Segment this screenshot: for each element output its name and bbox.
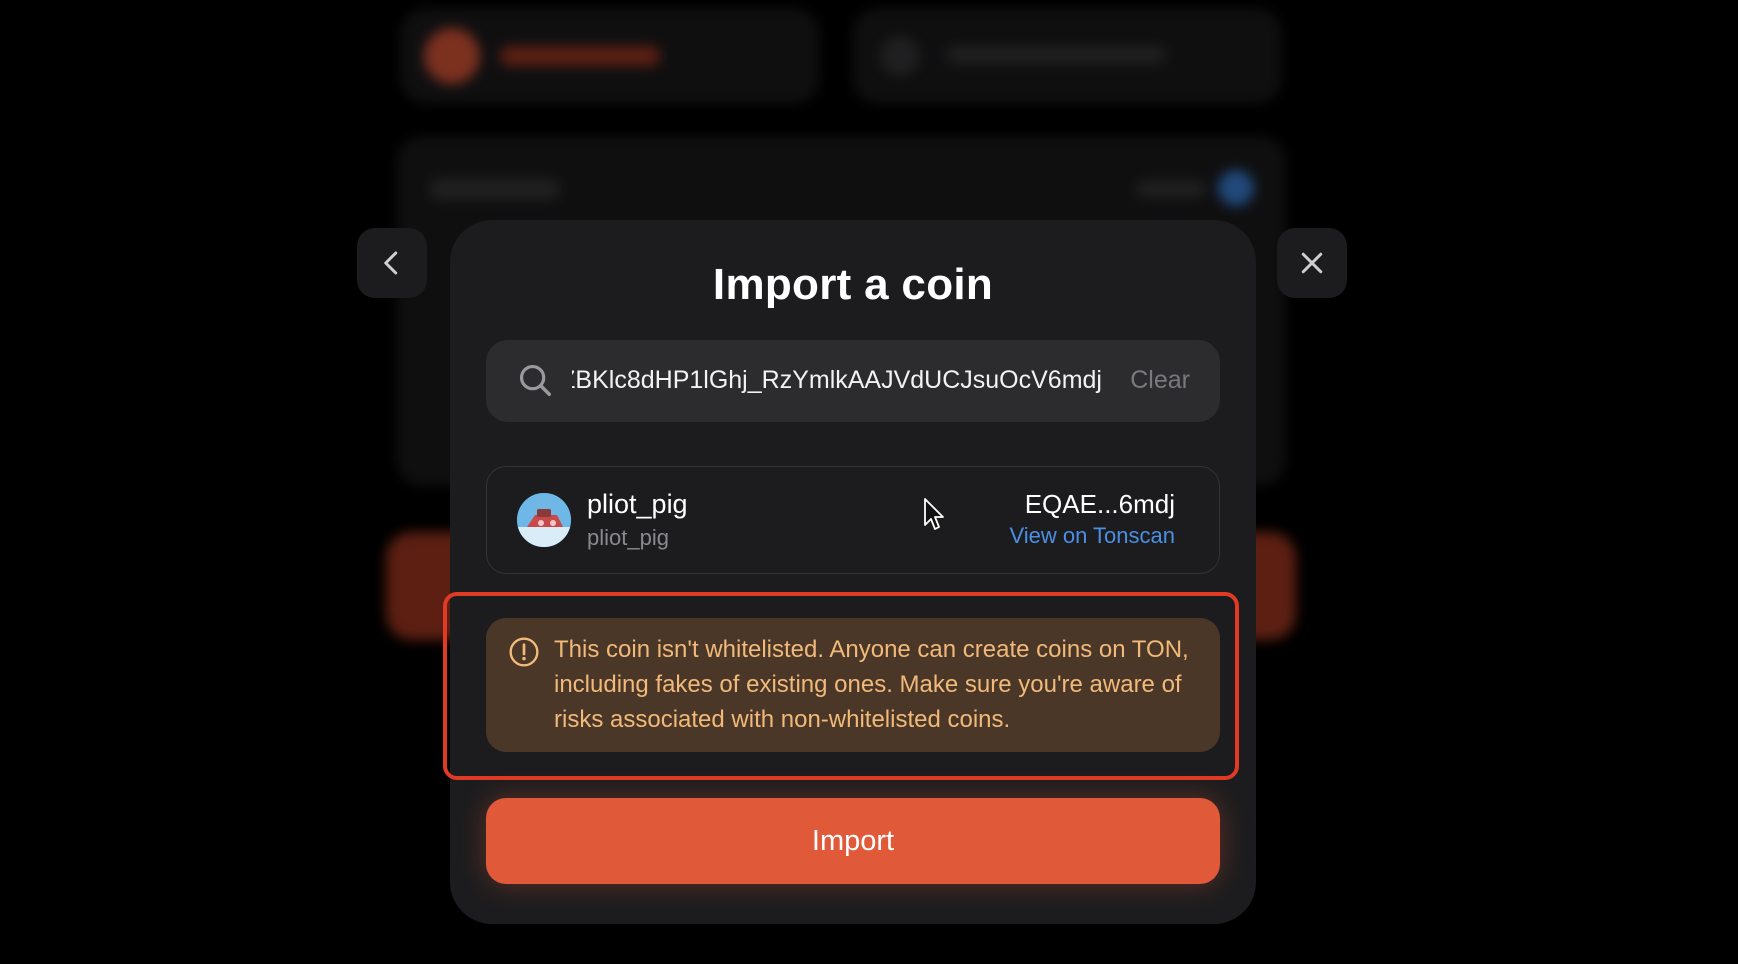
modal-title: Import a coin <box>712 260 994 309</box>
bg-tab-label <box>500 46 660 66</box>
view-on-tonscan-link[interactable]: View on Tonscan <box>1009 523 1175 549</box>
coin-symbol: pliot_pig <box>587 525 669 550</box>
close-icon <box>1301 252 1323 274</box>
coin-result-row[interactable]: pliot_pig pliot_pig EQAE...6mdj View on … <box>486 466 1220 574</box>
bg-gray-icon <box>880 36 920 76</box>
back-button[interactable] <box>357 228 427 298</box>
warning-text: This coin isn't whitelisted. Anyone can … <box>554 636 1189 733</box>
import-coin-modal: Import a coin ZBKlc8dHP1lGhj_RzYmlkAAJVd… <box>443 220 1256 924</box>
search-field[interactable]: ZBKlc8dHP1lGhj_RzYmlkAAJVdUCJsuOcV6mdj C… <box>486 340 1220 422</box>
bg-orange-avatar <box>424 28 480 84</box>
bg-blue-icon <box>1218 170 1254 206</box>
close-button[interactable] <box>1277 228 1347 298</box>
coin-address: EQAE...6mdj <box>1024 489 1175 519</box>
coin-avatar <box>517 493 571 547</box>
import-button[interactable]: Import <box>486 798 1220 884</box>
search-input-value: ZBKlc8dHP1lGhj_RzYmlkAAJVdUCJsuOcV6mdj <box>572 366 1102 394</box>
warning-banner: This coin isn't whitelisted. Anyone can … <box>486 618 1220 752</box>
warning-circle-icon <box>509 637 539 667</box>
clear-button[interactable]: Clear <box>1130 366 1190 395</box>
mouse-cursor-icon <box>924 498 944 530</box>
bg-card-label <box>1136 180 1206 198</box>
bg-card-title <box>430 178 560 200</box>
coin-name: pliot_pig <box>587 489 688 519</box>
search-input[interactable]: ZBKlc8dHP1lGhj_RzYmlkAAJVdUCJsuOcV6mdj <box>572 366 1102 400</box>
search-icon <box>519 364 551 396</box>
bg-tab-label-2 <box>946 46 1166 64</box>
back-arrow-icon <box>384 251 398 275</box>
